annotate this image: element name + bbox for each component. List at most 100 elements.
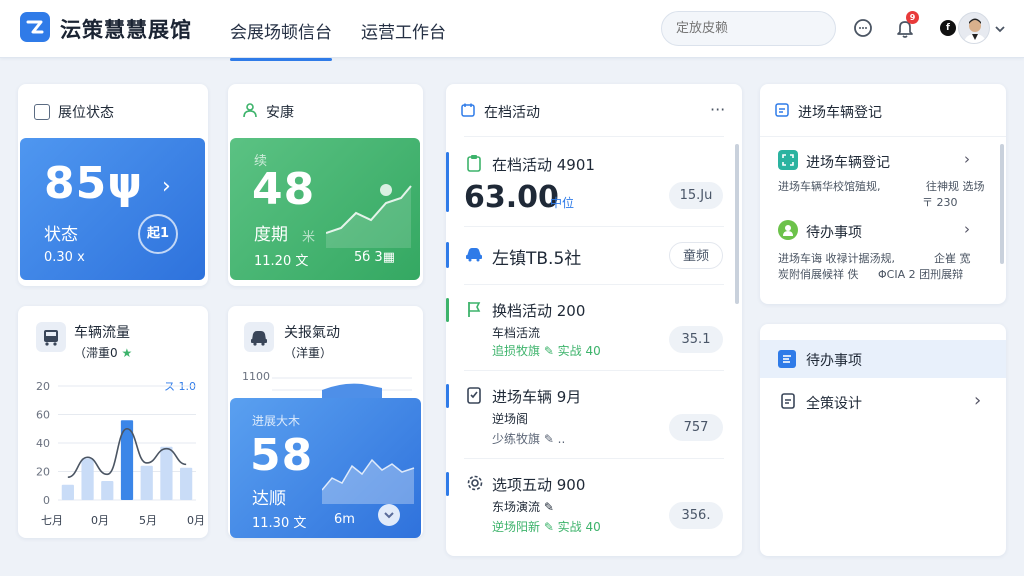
activity-accent bbox=[446, 298, 449, 322]
visitors-label: 度期 bbox=[254, 225, 288, 245]
register-subtitle: （洋重） bbox=[284, 346, 333, 360]
chart-bar bbox=[140, 465, 153, 500]
x-tick-label: 5月 bbox=[139, 514, 157, 527]
chart-bar bbox=[101, 481, 114, 500]
activity-accent bbox=[446, 384, 449, 408]
activity-title: 选项五动 900 bbox=[492, 476, 586, 494]
divider bbox=[464, 136, 724, 137]
visitors-card[interactable]: 续 48 度期 米 11.20 文 5б 3▦ bbox=[230, 138, 420, 280]
activity-pill[interactable]: 757 bbox=[669, 414, 723, 441]
todo-panel: 待办事项 全策设计 › bbox=[760, 324, 1006, 556]
vehicle-reg-panel: 进场车辆登记 进场车辆登记 › 进场车辆华校馆殖规, 往神规 选场 〒 230 … bbox=[760, 84, 1006, 304]
activity-sub-extra: 少练牧旗 ✎ .. bbox=[492, 432, 566, 446]
x-tick-label: 0月 bbox=[91, 514, 109, 527]
divider bbox=[760, 136, 1006, 137]
todo-entry[interactable]: 待办事项 › 进场车诲 收禄计据汤规, 企崔 宽 炭附俏展候祥 佚 ΦCIA 2… bbox=[760, 214, 1000, 294]
activity-pill[interactable]: 35.1 bbox=[669, 326, 723, 353]
activity-pill[interactable]: 童频 bbox=[669, 242, 723, 269]
visitors-foot: 11.20 文 bbox=[254, 254, 309, 269]
booth-icon bbox=[34, 104, 50, 120]
car-small-icon bbox=[464, 246, 484, 266]
traffic-subtitle: （滞重0 bbox=[74, 346, 118, 360]
activity-pill[interactable]: 356. bbox=[669, 502, 723, 529]
person-icon bbox=[242, 102, 258, 122]
booth-status-label: 状态 bbox=[44, 225, 78, 245]
register-card[interactable]: 进展大木 58 达顺 11.30 文 6m bbox=[230, 398, 421, 538]
vehicle-entry-sub: 进场车辆华校馆殖规, bbox=[778, 180, 881, 193]
chat-icon[interactable] bbox=[852, 17, 874, 39]
y-tick-label: 20 bbox=[36, 380, 50, 393]
chart-bar bbox=[180, 467, 193, 500]
vehicle-entry-sub-right: 往神规 选场 bbox=[926, 180, 985, 193]
bus-icon bbox=[36, 322, 66, 352]
chart-bar bbox=[61, 484, 74, 500]
traffic-title: 车辆流量 bbox=[74, 325, 130, 341]
chevron-right-icon[interactable]: › bbox=[162, 174, 171, 199]
visitors-title: 安康 bbox=[266, 105, 294, 121]
account-badge: f bbox=[940, 20, 956, 36]
avatar[interactable] bbox=[958, 12, 990, 44]
activities-panel: 在档活动 ··· 在档活动 4901 63.00 中位 15.Ju 左镇TB.5… bbox=[446, 84, 742, 556]
todo-item[interactable]: 全策设计 › bbox=[760, 386, 1006, 418]
checklist-icon bbox=[466, 386, 482, 408]
activity-pill[interactable]: 15.Ju bbox=[669, 182, 723, 209]
booth-status-title: 展位状态 bbox=[58, 105, 114, 121]
vehicle-entry-sub2: 〒 230 bbox=[922, 196, 958, 209]
register-foot: 11.30 文 bbox=[252, 516, 307, 531]
chart-bar bbox=[81, 458, 94, 500]
visitors-value: 48 bbox=[252, 164, 316, 215]
visitors-label-suffix: 米 bbox=[302, 230, 316, 245]
register-form-icon bbox=[774, 102, 790, 122]
activity-value: 63.00 bbox=[464, 180, 559, 215]
y-tick-label: 20 bbox=[36, 466, 50, 479]
more-icon[interactable]: ··· bbox=[710, 100, 725, 119]
list-item[interactable]: 进场车辆 9月 逆场阁 少练牧旗 ✎ .. 757 bbox=[446, 370, 742, 458]
app-title: 沄策慧慧展馆 bbox=[60, 18, 192, 42]
register-activity-panel: 关报氣动 （洋重） 1100 进展大木 58 达顺 11.30 文 6m bbox=[228, 306, 423, 538]
visitors-panel: 安康 续 48 度期 米 11.20 文 5б 3▦ bbox=[228, 84, 423, 286]
collapse-icon[interactable] bbox=[378, 504, 400, 526]
document-icon bbox=[780, 392, 796, 414]
todo-entry-sub2: 炭附俏展候祥 佚 bbox=[778, 268, 859, 281]
activity-unit: 中位 bbox=[550, 196, 575, 210]
booth-status-value: 85ψ bbox=[44, 158, 144, 209]
activity-sub: 逆场阁 bbox=[492, 412, 529, 426]
list-item[interactable]: 在档活动 4901 63.00 中位 15.Ju bbox=[446, 142, 742, 226]
chevron-right-icon[interactable]: › bbox=[964, 150, 970, 168]
activity-sub: 东场演流 ✎ bbox=[492, 500, 554, 514]
list-item[interactable]: 选项五动 900 东场演流 ✎ 逆场阳新 ✎ 实战 40 356. bbox=[446, 458, 742, 548]
activity-title: 在档活动 4901 bbox=[492, 156, 595, 174]
booth-status-card[interactable]: 85ψ › 状态 0.30 ⅹ 起1 bbox=[20, 138, 205, 280]
scan-icon bbox=[778, 150, 798, 170]
vehicle-entry-title: 进场车辆登记 bbox=[806, 155, 890, 171]
chevron-right-icon[interactable]: › bbox=[974, 390, 981, 411]
chart-bar bbox=[160, 446, 173, 500]
vehicle-reg-title: 进场车辆登记 bbox=[798, 105, 882, 121]
tab-exhibition[interactable]: 会展场顿信台 bbox=[230, 18, 332, 61]
register-area-chart bbox=[322, 458, 415, 504]
activity-accent bbox=[446, 242, 449, 268]
activity-title: 进场车辆 9月 bbox=[492, 388, 582, 406]
activities-title: 在档活动 bbox=[484, 105, 540, 121]
chevron-down-icon[interactable] bbox=[994, 20, 1006, 42]
scrollbar[interactable] bbox=[735, 144, 739, 304]
booth-status-foot: 0.30 ⅹ bbox=[44, 250, 85, 265]
register-title: 关报氣动 bbox=[284, 325, 340, 341]
traffic-panel: 车辆流量 （滞重0 ★ ス 1.0 20 60 40 20 0 七月 0月 5月 0月 bbox=[18, 306, 208, 538]
scrollbar[interactable] bbox=[1000, 144, 1004, 264]
list-item[interactable]: 换档活动 200 车档活流 追损牧旗 ✎ 实战 40 35.1 bbox=[446, 284, 742, 370]
todo-item-label: 全策设计 bbox=[806, 396, 862, 412]
car-icon bbox=[244, 322, 274, 352]
visitors-foot-right: 5б 3▦ bbox=[354, 250, 395, 265]
activity-title: 左镇TB.5社 bbox=[492, 249, 582, 269]
activity-sub-extra: 追损牧旗 ✎ 实战 40 bbox=[492, 344, 601, 358]
list-item[interactable]: 左镇TB.5社 童频 bbox=[446, 226, 742, 284]
chevron-right-icon[interactable]: › bbox=[964, 220, 970, 238]
gear-icon bbox=[466, 474, 484, 496]
tab-operations[interactable]: 运营工作台 bbox=[361, 18, 446, 43]
register-label: 达顺 bbox=[252, 489, 286, 509]
vehicle-reg-entry[interactable]: 进场车辆登记 › 进场车辆华校馆殖规, 往神规 选场 〒 230 bbox=[760, 144, 1000, 209]
traffic-subtitle-mark: ★ bbox=[121, 346, 133, 360]
clipboard-icon bbox=[466, 154, 482, 176]
search-input[interactable] bbox=[661, 11, 836, 46]
